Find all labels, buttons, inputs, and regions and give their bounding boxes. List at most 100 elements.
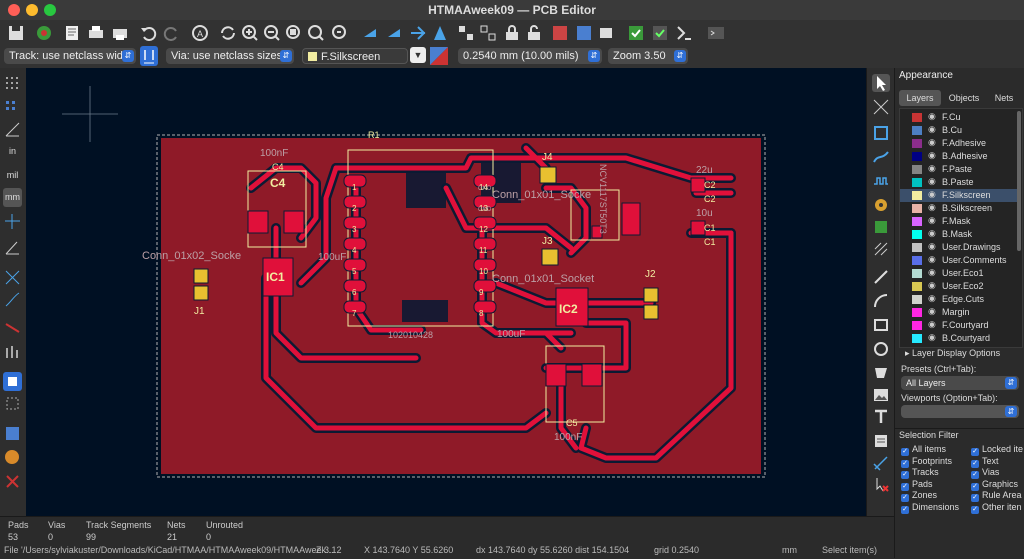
filter-zones[interactable]: ✓ Zones (901, 490, 937, 502)
drc-icon[interactable] (626, 23, 646, 43)
layer-row-b-cu[interactable]: ◉ B.Cu (900, 124, 1018, 137)
zoom-selection-icon[interactable] (330, 23, 350, 43)
layer-color-swatch[interactable] (912, 165, 922, 174)
filter-text[interactable]: ✓ Text (971, 456, 999, 468)
zoom-fit-icon[interactable] (284, 23, 304, 43)
draw-polygon-icon[interactable] (872, 364, 890, 382)
route-track-icon[interactable] (872, 148, 890, 166)
add-text-icon[interactable] (872, 408, 890, 426)
ratsnest-icon[interactable] (3, 268, 22, 287)
layer-color-swatch[interactable] (912, 113, 922, 122)
layer-row-b-paste[interactable]: ◉ B.Paste (900, 176, 1018, 189)
ratsnest-grid-icon[interactable] (3, 98, 22, 117)
local-ratsnest-icon[interactable] (872, 98, 890, 116)
tab-layers[interactable]: Layers (899, 90, 941, 106)
eye-icon[interactable]: ◉ (928, 189, 936, 200)
rotate-ccw-icon[interactable] (360, 23, 380, 43)
eye-icon[interactable]: ◉ (928, 137, 936, 148)
flip-icon[interactable] (408, 23, 428, 43)
eye-icon[interactable]: ◉ (928, 241, 936, 252)
eye-icon[interactable]: ◉ (928, 228, 936, 239)
curved-ratsnest-icon[interactable] (3, 290, 22, 309)
layer-color-swatch[interactable] (912, 269, 922, 278)
zone-outline-icon[interactable] (3, 394, 22, 413)
layer-row-user-drawings[interactable]: ◉ User.Drawings (900, 241, 1018, 254)
layer-row-f-mask[interactable]: ◉ F.Mask (900, 215, 1018, 228)
layer-color-swatch[interactable] (912, 139, 922, 148)
eye-icon[interactable]: ◉ (928, 176, 936, 187)
redo-icon[interactable] (162, 23, 182, 43)
netlist-icon[interactable] (550, 23, 570, 43)
eye-icon[interactable]: ◉ (928, 202, 936, 213)
tab-objects[interactable]: Objects (943, 90, 985, 106)
rotate-cw-icon[interactable] (384, 23, 404, 43)
checkbox-checked-icon[interactable]: ✓ (971, 505, 979, 514)
terminal-icon[interactable] (706, 23, 726, 43)
add-zone-icon[interactable] (872, 218, 890, 236)
undo-icon[interactable] (138, 23, 158, 43)
angle-icon[interactable] (3, 238, 22, 257)
find-icon[interactable]: A (190, 23, 210, 43)
draw-arc-icon[interactable] (872, 292, 890, 310)
layer-color-swatch[interactable] (912, 126, 922, 135)
page-settings-icon[interactable] (62, 23, 82, 43)
add-via-icon[interactable] (872, 196, 890, 214)
filter-tracks[interactable]: ✓ Tracks (901, 467, 939, 479)
layer-row-f-cu[interactable]: ◉ F.Cu (900, 111, 1018, 124)
add-image-icon[interactable] (872, 386, 890, 404)
auto-track-width-icon[interactable] (140, 46, 158, 66)
zoom-in-icon[interactable] (240, 23, 260, 43)
grid-dots-icon[interactable] (3, 74, 22, 93)
layer-color-swatch[interactable] (912, 217, 922, 226)
viewports-select[interactable]: ⇵ (901, 405, 1019, 418)
unlock-icon[interactable] (524, 23, 544, 43)
layer-row-edge-cuts[interactable]: ◉ Edge.Cuts (900, 293, 1018, 306)
layer-color-swatch[interactable] (912, 321, 922, 330)
add-dimension-icon[interactable] (872, 454, 890, 472)
layer-row-b-mask[interactable]: ◉ B.Mask (900, 228, 1018, 241)
layer-color-swatch[interactable] (912, 282, 922, 291)
layer-row-f-courtyard[interactable]: ◉ F.Courtyard (900, 319, 1018, 332)
layer-color-swatch[interactable] (912, 230, 922, 239)
filter-pads[interactable]: ✓ Pads (901, 479, 933, 491)
layer-color-swatch[interactable] (912, 334, 922, 343)
eye-icon[interactable]: ◉ (928, 150, 936, 161)
scripting-icon[interactable] (674, 23, 694, 43)
layer-row-f-silkscreen[interactable]: ◉ F.Silkscreen (900, 189, 1018, 202)
layer-color-swatch[interactable] (912, 243, 922, 252)
layer-select[interactable]: F.Silkscreen (302, 48, 408, 64)
layer-row-user-eco1[interactable]: ◉ User.Eco1 (900, 267, 1018, 280)
layer-pair-icon[interactable] (430, 47, 448, 65)
show-tracks-icon[interactable] (3, 318, 22, 337)
mirror-icon[interactable] (430, 23, 450, 43)
layer-row-user-eco2[interactable]: ◉ User.Eco2 (900, 280, 1018, 293)
layer-color-swatch[interactable] (912, 295, 922, 304)
group-icon[interactable] (456, 23, 476, 43)
add-footprint-icon[interactable] (872, 124, 890, 142)
cursor-full-icon[interactable] (3, 212, 22, 231)
eye-icon[interactable]: ◉ (928, 254, 936, 265)
layer-list-scrollbar[interactable] (1017, 111, 1021, 251)
eye-icon[interactable]: ◉ (928, 293, 936, 304)
filter-all-items[interactable]: ✓ All items (901, 444, 946, 456)
board-stats-icon[interactable] (650, 23, 670, 43)
track-width-select[interactable]: Track: use netclass width ⇵ (4, 48, 136, 64)
add-textbox-icon[interactable] (872, 432, 890, 450)
layer-display-options[interactable]: ▸ Layer Display Options (905, 348, 1000, 359)
filter-locked-ite[interactable]: ✓ Locked ite (971, 444, 1023, 456)
diff-pair-icon[interactable] (872, 172, 890, 190)
footprint-editor-icon[interactable] (596, 23, 616, 43)
eye-icon[interactable]: ◉ (928, 124, 936, 135)
eye-icon[interactable]: ◉ (928, 215, 936, 226)
filter-vias[interactable]: ✓ Vias (971, 467, 999, 479)
layer-color-swatch[interactable] (912, 204, 922, 213)
draw-rect-icon[interactable] (872, 316, 890, 334)
units-inch[interactable]: in (3, 142, 22, 161)
save-icon[interactable] (6, 23, 26, 43)
layer-row-margin[interactable]: ◉ Margin (900, 306, 1018, 319)
layer-color-swatch[interactable] (912, 308, 922, 317)
presets-select[interactable]: All Layers ⇵ (901, 376, 1019, 390)
layer-dropdown-icon[interactable]: ▼ (410, 47, 426, 63)
refresh-icon[interactable] (218, 23, 238, 43)
eye-icon[interactable]: ◉ (928, 280, 936, 291)
